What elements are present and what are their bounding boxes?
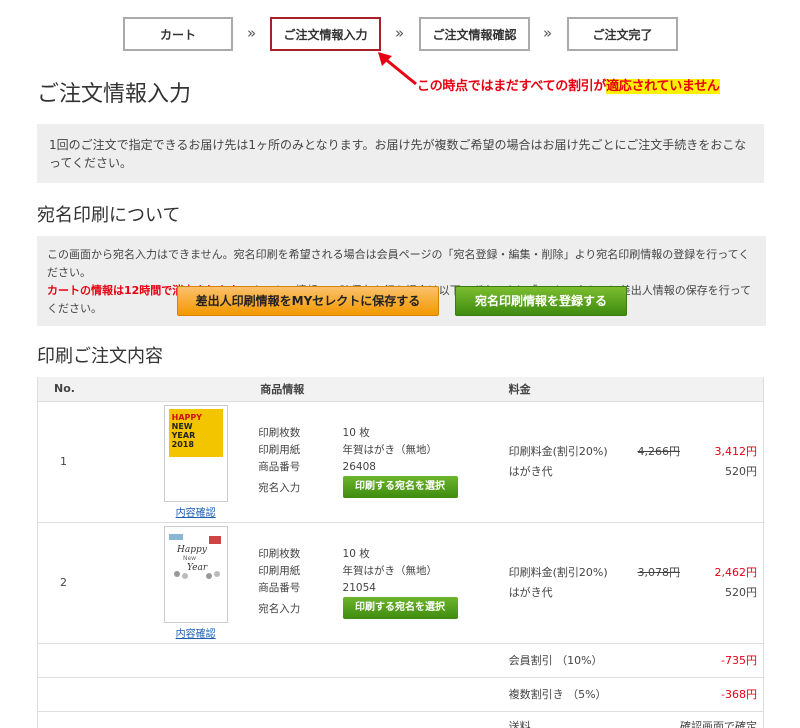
shipping-value: 確認画面で確定	[679, 711, 764, 728]
col-no: No.	[37, 377, 133, 402]
atena-line1: この画面から宛名入力はできません。宛名印刷を希望される場合は会員ページの「宛名登…	[47, 248, 750, 279]
step-cart: カート	[123, 17, 233, 51]
svg-text:Happy: Happy	[176, 545, 208, 555]
checkout-steps: カート » ご注文情報入力 » ご注文情報確認 » ご注文完了	[0, 17, 800, 51]
annotation-main: この時点ではまだすべての割引が	[417, 79, 607, 94]
discount-row: 複数割引き （5%） -368円	[37, 677, 764, 712]
item-no: 2	[37, 522, 133, 644]
col-product: 商品情報	[258, 377, 509, 402]
step-separator: »	[395, 24, 405, 42]
atena-info-box: この画面から宛名入力はできません。宛名印刷を希望される場合は会員ページの「宛名登…	[37, 236, 766, 326]
col-price: 料金	[508, 377, 764, 402]
table-row: 1 HAPPY NEW YEAR 2018 内容確認 印刷枚数 印刷用紙 商品番…	[37, 401, 764, 523]
discount-value: -735円	[679, 643, 764, 678]
order-table: No. 商品情報 料金 1 HAPPY NEW YEAR 2018 内容確認 印…	[37, 377, 764, 728]
item-price-old: 3,078円	[635, 522, 680, 644]
card-image: HAPPY NEW YEAR 2018	[168, 408, 223, 457]
item-thumb-cell: Happy New Year 内容確認	[133, 522, 259, 644]
shipping-label: 送料	[508, 711, 680, 728]
item-spec-labels: 印刷枚数 印刷用紙 商品番号 宛名入力	[258, 401, 343, 523]
discount-value: -368円	[679, 677, 764, 712]
content-check-link[interactable]: 内容確認	[133, 625, 258, 640]
item-spec-values: 10 枚 年賀はがき（無地） 21054 印刷する宛名を選択	[342, 522, 509, 644]
shipping-row: 送料 確認画面で確定	[37, 711, 764, 728]
page-title: ご注文情報入力	[37, 82, 192, 107]
item-thumb-cell: HAPPY NEW YEAR 2018 内容確認	[133, 401, 259, 523]
content-check-link[interactable]: 内容確認	[133, 504, 258, 519]
table-row: 2 Happy New Year 内容確認 印刷枚数 印刷用紙 商品番号 宛名入…	[37, 522, 764, 644]
discount-row: 会員割引 （10%） -735円	[37, 643, 764, 678]
discount-label: 会員割引 （10%）	[508, 643, 680, 678]
item-no: 1	[37, 401, 133, 523]
item-thumbnail[interactable]: HAPPY NEW YEAR 2018	[163, 404, 228, 502]
delivery-notice: 1回のご注文で指定できるお届け先は1ヶ所のみとなります。お届け先が複数ご希望の場…	[37, 124, 764, 183]
atena-heading: 宛名印刷について	[37, 205, 181, 226]
svg-text:Year: Year	[187, 563, 208, 573]
select-atena-button[interactable]: 印刷する宛名を選択	[342, 476, 458, 498]
order-table-header: No. 商品情報 料金	[37, 377, 764, 402]
item-thumbnail[interactable]: Happy New Year	[163, 525, 228, 623]
item-price-labels: 印刷料金(割引20%) はがき代	[508, 522, 636, 644]
item-price-new: 2,462円 520円	[679, 522, 764, 644]
annotation-highlight: 適応されていません	[606, 79, 720, 94]
step-separator: »	[543, 24, 553, 42]
register-atena-button[interactable]: 宛名印刷情報を登録する	[455, 286, 627, 316]
item-price-labels: 印刷料金(割引20%) はがき代	[508, 401, 636, 523]
item-spec-values: 10 枚 年賀はがき（無地） 26408 印刷する宛名を選択	[342, 401, 509, 523]
item-spec-labels: 印刷枚数 印刷用紙 商品番号 宛名入力	[258, 522, 343, 644]
select-atena-button[interactable]: 印刷する宛名を選択	[342, 597, 458, 619]
save-to-myselect-button[interactable]: 差出人印刷情報をMYセレクトに保存する	[177, 286, 439, 316]
item-price-new: 3,412円 520円	[679, 401, 764, 523]
step-separator: »	[247, 24, 257, 42]
card-image: Happy New Year	[168, 533, 221, 579]
step-order-complete: ご注文完了	[567, 17, 678, 51]
annotation-arrow-icon	[378, 52, 417, 86]
step-order-confirm: ご注文情報確認	[419, 17, 530, 51]
order-heading: 印刷ご注文内容	[37, 346, 163, 367]
discount-label: 複数割引き （5%）	[508, 677, 680, 712]
item-price-old: 4,266円	[635, 401, 680, 523]
annotation-text: この時点ではまだすべての割引が適応されていません	[417, 75, 720, 94]
svg-text:New: New	[183, 555, 196, 562]
step-order-input: ご注文情報入力	[270, 17, 381, 51]
